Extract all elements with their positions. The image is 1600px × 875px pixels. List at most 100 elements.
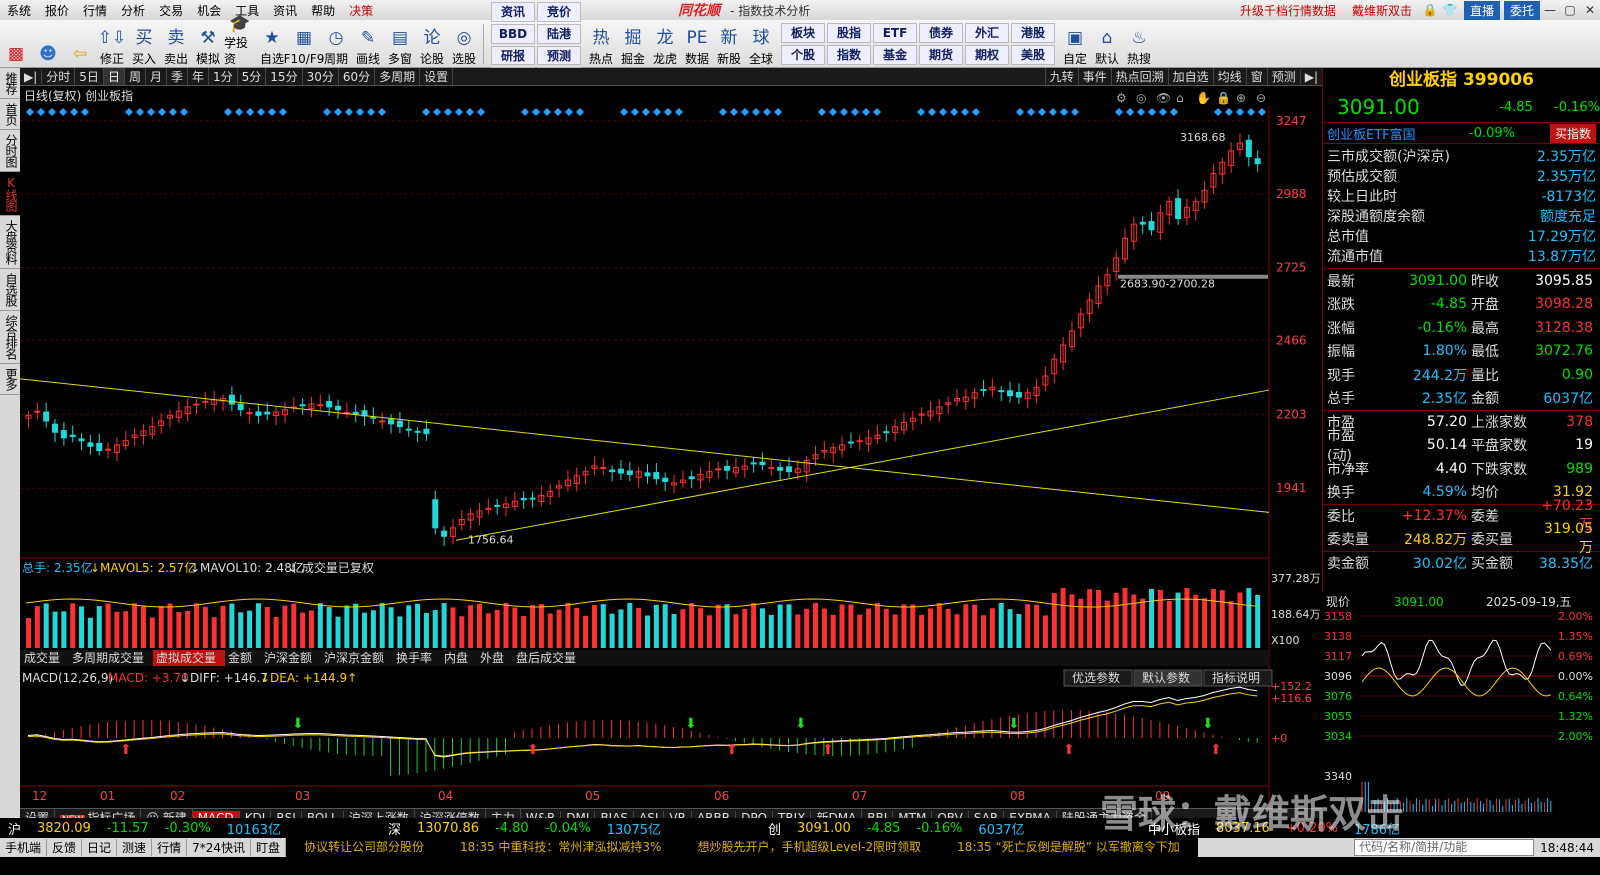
minimize-icon[interactable]: — <box>1540 3 1560 17</box>
intraday-mini-chart[interactable]: 现价 3091.00 2025-09-19,五 3158 2.00% 3138 1.35% 3… <box>1322 592 1600 818</box>
toolbar3-button-0[interactable]: ▣ 自定 <box>1059 21 1091 67</box>
toolbar-button-4[interactable]: 🎓 学投资 <box>224 14 256 67</box>
bottom-button-4[interactable]: 行情 <box>152 839 188 856</box>
vol-tab-8[interactable]: 外盘 <box>480 650 504 665</box>
toolgrid1-item-5[interactable]: 预测 <box>537 45 581 65</box>
period-8[interactable]: 5分 <box>238 68 267 85</box>
menu-help[interactable]: 帮助 <box>304 2 342 19</box>
toolgrid2-item-11[interactable]: 美股 <box>1011 44 1055 65</box>
left-tab-5[interactable]: 自选股 <box>0 269 20 311</box>
period-3[interactable]: 周 <box>125 68 146 85</box>
chart-tool-6[interactable]: 预测 <box>1266 68 1300 85</box>
toolbar-button-11[interactable]: ◎ 选股 <box>448 21 480 67</box>
period-5[interactable]: 季 <box>167 68 188 85</box>
toolgrid1-item-3[interactable]: 陆港 <box>537 23 581 44</box>
period-4[interactable]: 月 <box>146 68 167 85</box>
toolgrid2-item-3[interactable]: 债券 <box>919 22 963 43</box>
chart-tool-5[interactable]: 窗 <box>1245 68 1267 85</box>
toolgrid1-item-2[interactable]: BBD <box>491 23 535 44</box>
panel-toggle-icon[interactable]: ▶| <box>20 69 43 84</box>
menu-decision[interactable]: 决策 <box>342 2 380 19</box>
period-11[interactable]: 60分 <box>339 68 376 85</box>
index-ticker-3[interactable]: 中小板指 8037.16 +0.20% 1786亿 <box>1140 819 1600 838</box>
toolgrid1-item-0[interactable]: 资讯 <box>491 1 535 22</box>
vol-tab-4[interactable]: 沪深金额 <box>264 650 312 665</box>
toolbar2-button-5[interactable]: 球全球 <box>745 21 777 67</box>
left-tab-6[interactable]: 综合排名 <box>0 311 20 364</box>
bottom-button-2[interactable]: 日记 <box>82 839 118 856</box>
vol-tab-7[interactable]: 内盘 <box>444 650 468 665</box>
bottom-button-1[interactable]: 反馈 <box>47 839 83 856</box>
period-10[interactable]: 30分 <box>303 68 339 85</box>
toolgrid2-item-1[interactable]: 股指 <box>827 22 871 43</box>
toolbar2-button-1[interactable]: 掘掘金 <box>617 21 649 67</box>
back-button[interactable]: ⇦ <box>64 21 96 67</box>
left-tab-0[interactable]: 推荐 <box>0 68 20 99</box>
toolbar2-button-4[interactable]: 新新股 <box>713 21 745 67</box>
vol-tab-1[interactable]: 多周期成交量 <box>72 650 144 665</box>
left-tab-1[interactable]: 首页 <box>0 99 20 130</box>
macd-button-0[interactable]: 优选参数 <box>1072 670 1120 685</box>
vol-tab-9[interactable]: 盘后成交量 <box>516 650 576 665</box>
promo-link-davis[interactable]: 戴维斯双击 <box>1344 2 1420 19</box>
etf-row[interactable]: 创业板ETF富国 -0.09% 买指数 <box>1323 122 1600 144</box>
shirt-icon[interactable]: 👕 <box>1440 3 1460 17</box>
buy-index-button[interactable]: 买指数 <box>1549 123 1596 143</box>
toolbar-button-1[interactable]: 买买入 <box>128 21 160 67</box>
period-13[interactable]: 设置 <box>420 68 454 85</box>
command-input[interactable]: 代码/名称/简拼/功能 <box>1354 839 1535 856</box>
macd-button-1[interactable]: 默认参数 <box>1142 670 1190 685</box>
toolgrid2-item-4[interactable]: 外汇 <box>965 22 1009 43</box>
toolbar-button-10[interactable]: 论论股 <box>416 21 448 67</box>
left-tab-4[interactable]: 大盘资料 <box>0 216 20 269</box>
toolgrid2-item-2[interactable]: ETF <box>873 22 917 43</box>
period-7[interactable]: 1分 <box>209 68 238 85</box>
news-ticker-1[interactable]: 18:35 中重科技：常州津泓拟减持3% <box>442 838 680 857</box>
menu-news[interactable]: 资讯 <box>266 2 304 19</box>
toolbar-button-7[interactable]: ◷ 周期 <box>320 21 352 67</box>
entrust-button[interactable]: 委托 <box>1503 0 1540 20</box>
assistant-icon[interactable]: ☻ <box>32 21 64 67</box>
toolbar3-button-1[interactable]: ⌂ 默认 <box>1091 21 1123 67</box>
toolgrid2-item-7[interactable]: 指数 <box>827 44 871 65</box>
toolbar-button-6[interactable]: ▦ F10/F9 <box>284 21 325 67</box>
toolbar-button-8[interactable]: ✎ 画线 <box>352 21 384 67</box>
news-ticker-3[interactable]: 18:35 “死亡反倒是解脱” 以军撤离令下加 <box>939 838 1198 857</box>
vol-tab-3[interactable]: 金额 <box>228 650 252 665</box>
toolbar2-button-3[interactable]: PE 数据 <box>681 21 713 67</box>
toolgrid2-item-6[interactable]: 个股 <box>781 44 825 65</box>
index-ticker-1[interactable]: 深 13070.86 -4.80 -0.04% 13075亿 <box>380 819 760 838</box>
toolbar-button-2[interactable]: 卖卖出 <box>160 21 192 67</box>
index-ticker-2[interactable]: 创 3091.00 -4.85 -0.16% 6037亿 <box>760 819 1140 838</box>
period-2[interactable]: 日 <box>103 68 125 85</box>
toolbar-button-9[interactable]: ▤ 多窗 <box>384 21 416 67</box>
bottom-button-5[interactable]: 7*24快讯 <box>187 839 251 856</box>
toolgrid2-item-8[interactable]: 基金 <box>873 44 917 65</box>
chart-tool-3[interactable]: 加自选 <box>1167 68 1213 85</box>
live-button[interactable]: 直播 <box>1463 0 1500 20</box>
lock-icon[interactable]: 🔒 <box>1420 3 1440 17</box>
bottom-button-3[interactable]: 测速 <box>117 839 153 856</box>
toolbar-button-3[interactable]: ⚒ 模拟 <box>192 21 224 67</box>
macd-button-2[interactable]: 指标说明 <box>1212 670 1260 685</box>
index-ticker-0[interactable]: 沪 3820.09 -11.57 -0.30% 10163亿 <box>0 819 380 838</box>
period-12[interactable]: 多周期 <box>375 68 421 85</box>
toolbar2-button-2[interactable]: 龙龙虎 <box>649 21 681 67</box>
chart-tool-1[interactable]: 事件 <box>1077 68 1111 85</box>
menu-quote[interactable]: 报价 <box>38 2 76 19</box>
maximize-icon[interactable]: ▢ <box>1560 3 1580 17</box>
vol-tab-2[interactable]: 虚拟成交量 <box>156 650 216 665</box>
left-tab-7[interactable]: 更多 <box>0 364 20 395</box>
chart-tool-4[interactable]: 均线 <box>1212 68 1246 85</box>
toolbar3-button-2[interactable]: ♨ 热搜 <box>1123 21 1155 67</box>
chart-tool-2[interactable]: 热点回溯 <box>1110 68 1168 85</box>
toolgrid2-item-10[interactable]: 期权 <box>965 44 1009 65</box>
menu-trade[interactable]: 交易 <box>152 2 190 19</box>
period-1[interactable]: 5日 <box>75 68 104 85</box>
chart-tool-0[interactable]: 九转 <box>1044 68 1078 85</box>
bottom-button-0[interactable]: 手机端 <box>0 839 48 856</box>
menu-market[interactable]: 行情 <box>76 2 114 19</box>
menu-opportunity[interactable]: 机会 <box>190 2 228 19</box>
collapse-panel-icon[interactable]: ▶| <box>1299 69 1322 84</box>
vol-tab-5[interactable]: 沪深京金额 <box>324 650 384 665</box>
